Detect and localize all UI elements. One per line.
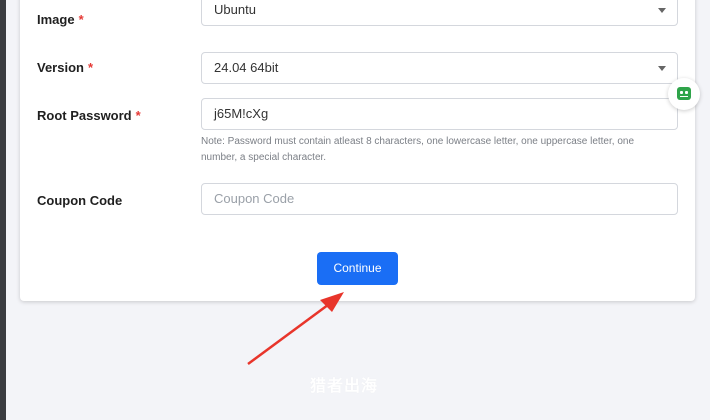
watermark-text: 猎者出海 [310,378,379,395]
red-arrow-annotation [247,292,344,366]
